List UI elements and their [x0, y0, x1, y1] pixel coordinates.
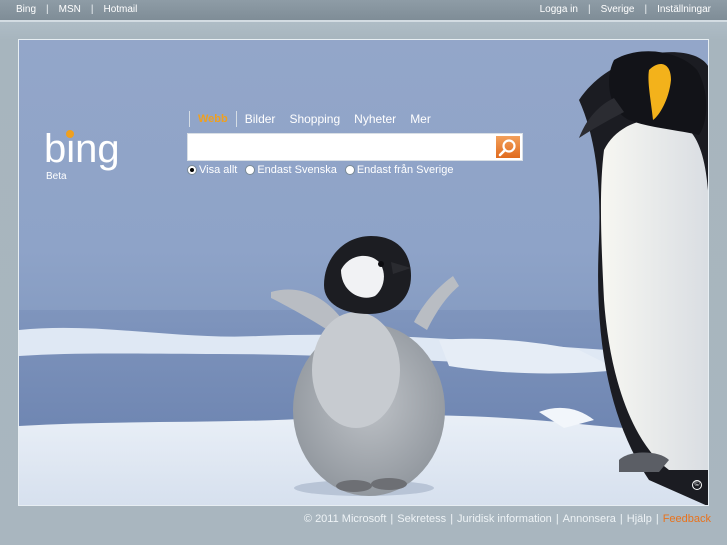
footer-advertise-link[interactable]: Annonsera [563, 513, 616, 525]
msn-link[interactable]: MSN [59, 4, 81, 15]
search-scope-options: Visa allt Endast Svenska Endast från Sve… [187, 164, 461, 176]
beta-label: Beta [46, 171, 67, 182]
radio-button[interactable] [187, 165, 197, 175]
search-input[interactable] [192, 137, 492, 157]
topbar-divider [0, 20, 727, 22]
logo-dot [66, 130, 74, 138]
top-right-links: Logga in | Sverige | Inställningar [540, 4, 711, 15]
radio-from-sweden[interactable]: Endast från Sverige [344, 164, 454, 176]
radio-swedish-only[interactable]: Endast Svenska [245, 164, 337, 176]
radio-show-all[interactable]: Visa allt [187, 164, 237, 176]
logo-wordmark: bing [44, 128, 120, 171]
top-navigation-bar: Bing | MSN | Hotmail Logga in | Sverige … [0, 0, 727, 20]
search-box [187, 133, 523, 161]
bing-logo-mark: bing [44, 127, 120, 171]
hotmail-link[interactable]: Hotmail [103, 4, 137, 15]
separator: | [450, 513, 454, 525]
image-copyright-icon[interactable]: © [692, 480, 702, 490]
separator: | [46, 4, 49, 15]
radio-label: Endast från Sverige [356, 164, 454, 176]
tab-web[interactable]: Webb [198, 113, 228, 125]
footer-links: © 2011 Microsoft | Sekretess | Juridisk … [304, 513, 711, 525]
sign-in-link[interactable]: Logga in [540, 4, 578, 15]
search-icon [498, 139, 516, 157]
tab-shopping[interactable]: Shopping [289, 112, 340, 126]
footer-copyright: © 2011 Microsoft [303, 513, 387, 525]
radio-label: Endast Svenska [257, 164, 337, 176]
footer-privacy-link[interactable]: Sekretess [397, 513, 446, 525]
bing-link[interactable]: Bing [16, 4, 36, 15]
separator: | [619, 513, 623, 525]
separator: | [390, 513, 394, 525]
radio-button[interactable] [245, 165, 256, 175]
tab-divider [235, 110, 237, 127]
tab-more[interactable]: Mer [410, 112, 431, 126]
separator: | [587, 4, 591, 15]
footer-feedback-link[interactable]: Feedback [663, 513, 711, 525]
separator: | [655, 513, 659, 525]
footer-help-link[interactable]: Hjälp [627, 513, 652, 525]
tab-divider [189, 110, 190, 127]
region-link[interactable]: Sverige [601, 4, 635, 15]
tab-news[interactable]: Nyheter [354, 112, 396, 126]
top-left-links: Bing | MSN | Hotmail [16, 4, 137, 15]
tab-images[interactable]: Bilder [245, 112, 276, 126]
search-button[interactable] [496, 136, 520, 158]
footer-legal-link[interactable]: Juridisk information [457, 513, 552, 525]
radio-button[interactable] [344, 165, 355, 175]
settings-link[interactable]: Inställningar [657, 4, 711, 15]
separator: | [90, 4, 94, 15]
separator: | [555, 513, 559, 525]
separator: | [644, 4, 648, 15]
radio-label: Visa allt [199, 164, 238, 176]
search-vertical-tabs: Webb Bilder Shopping Nyheter Mer [189, 110, 445, 127]
